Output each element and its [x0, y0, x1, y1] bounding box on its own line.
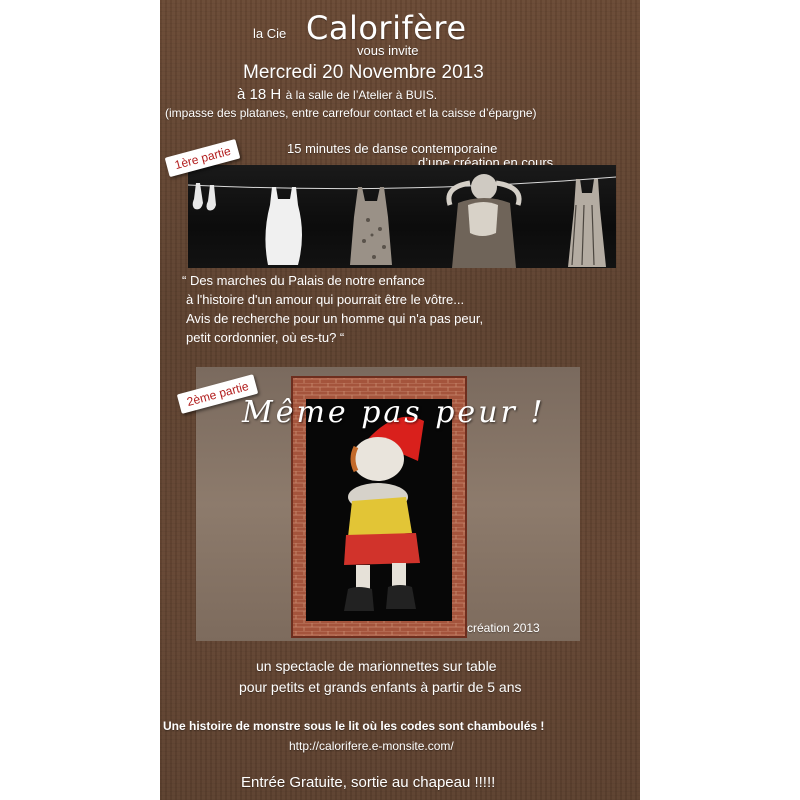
entry-info: Entrée Gratuite, sortie au chapeau !!!!!: [241, 774, 496, 791]
show-title: Même pas peur !: [242, 395, 546, 430]
part2-description-line1: un spectacle de marionnettes sur table: [256, 658, 497, 674]
event-poster: la Cie Calorifère vous invite Mercredi 2…: [160, 0, 640, 800]
part1-quote: “ Des marches du Palais de notre enfance…: [182, 271, 483, 347]
company-name: Calorifère: [306, 9, 467, 47]
story-tagline: Une histoire de monstre sous le lit où l…: [163, 719, 545, 733]
event-date: Mercredi 20 Novembre 2013: [243, 62, 484, 83]
event-time: à 18 H: [237, 86, 282, 103]
quote-line: “ Des marches du Palais de notre enfance: [182, 273, 425, 288]
quote-line: Avis de recherche pour un homme qui n'a …: [186, 311, 484, 326]
quote-line: à l'histoire d'un amour qui pourrait êtr…: [186, 292, 465, 307]
quote-line: petit cordonnier, où es-tu? “: [186, 330, 345, 345]
part1-description-line1: 15 minutes de danse contemporaine: [287, 141, 498, 156]
clothesline-photo: [188, 165, 616, 268]
part2-description-line2: pour petits et grands enfants à partir d…: [239, 679, 522, 695]
creation-year: création 2013: [467, 621, 540, 635]
event-venue: à la salle de l’Atelier à BUIS.: [285, 88, 438, 102]
event-address: (impasse des platanes, entre carrefour c…: [165, 106, 537, 120]
invite-text: vous invite: [357, 43, 419, 58]
website-link[interactable]: http://calorifere.e-monsite.com/: [289, 739, 454, 753]
clothesline-illustration: [188, 174, 616, 268]
event-time-venue: à 18 H à la salle de l’Atelier à BUIS.: [237, 86, 437, 104]
company-prefix: la Cie: [253, 26, 287, 41]
